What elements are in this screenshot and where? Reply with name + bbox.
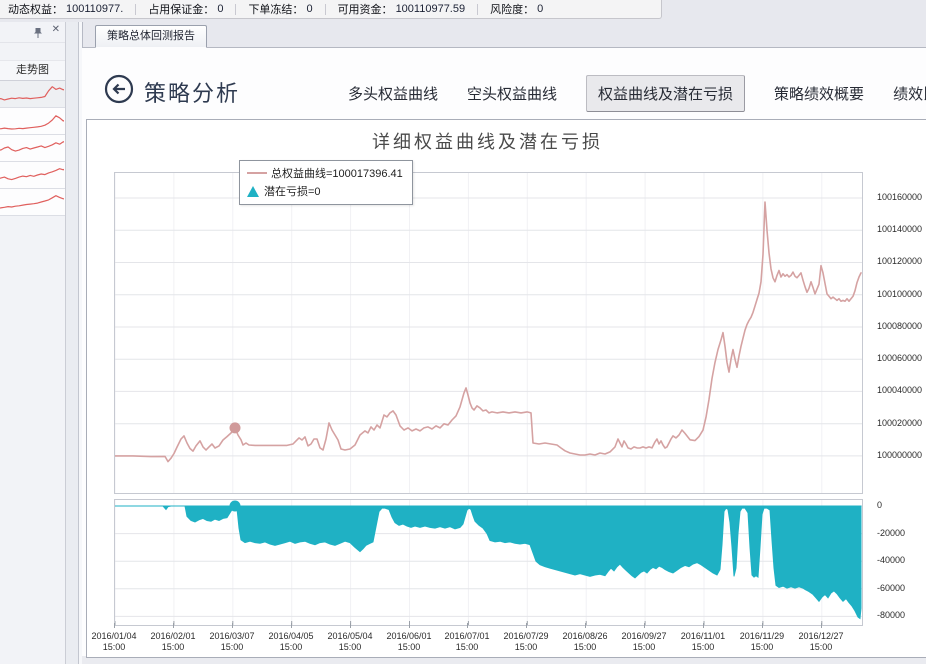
back-button[interactable]	[104, 74, 134, 104]
pin-icon[interactable]	[33, 26, 43, 38]
loss-plot[interactable]	[114, 499, 863, 626]
y-axis-label: 100100000	[877, 289, 923, 299]
x-axis-label: 2016/07/29 15:00	[492, 623, 560, 653]
sparkline-chart	[0, 168, 64, 181]
chart-card: 详细权益曲线及潜在亏损 总权益曲线=100017396.41 潜在亏损=0 10…	[86, 119, 926, 658]
sparkline-chart	[0, 115, 64, 130]
y-axis-label: -20000	[877, 528, 906, 538]
account-stats-bar: 动态权益： 100110977. 占用保证金： 0 下单冻结： 0 可用资金： 1001…	[0, 0, 662, 19]
x-axis-label: 2016/02/01 15:00	[139, 623, 207, 653]
y-axis-label: 0	[877, 500, 883, 510]
report-nav: 多头权益曲线 空头权益曲线 权益曲线及潜在亏损 策略绩效概要 绩效比较	[348, 73, 926, 113]
x-axis-label: 2016/04/05 15:00	[257, 623, 325, 653]
divider	[477, 3, 479, 15]
sparkline-cell[interactable]	[0, 135, 65, 162]
document-tab-bar: 策略总体回测报告	[82, 22, 926, 48]
y-axis-label: 100160000	[877, 192, 923, 202]
loss-y-axis: 0 -20000 -40000 -60000 -80000	[869, 499, 926, 624]
y-axis-label: 100020000	[877, 418, 923, 428]
nav-long-equity-curve[interactable]: 多头权益曲线	[348, 83, 438, 104]
divider	[135, 3, 137, 15]
equity-y-axis: 100160000 100140000 100120000 100100000 1000…	[869, 172, 926, 492]
x-axis-label: 2016/08/26 15:00	[551, 623, 619, 653]
close-icon[interactable]: ✕	[52, 24, 60, 35]
stat-dynamic-equity: 动态权益： 100110977.	[8, 1, 123, 17]
chart-legend: 总权益曲线=100017396.41 潜在亏损=0	[239, 160, 413, 205]
x-axis-label: 2016/11/29 15:00	[728, 623, 796, 653]
nav-equity-and-potential-loss[interactable]: 权益曲线及潜在亏损	[586, 74, 746, 112]
stat-value: 0	[537, 3, 544, 15]
y-axis-label: 100000000	[877, 450, 923, 460]
stat-risk-degree: 风险度： 0	[490, 1, 543, 17]
y-axis-label: 100040000	[877, 385, 923, 395]
report-content: 策略分析 多头权益曲线 空头权益曲线 权益曲线及潜在亏损 策略绩效概要 绩效比较…	[82, 48, 926, 664]
x-axis-label: 2016/05/04 15:00	[316, 623, 384, 653]
x-axis-label: 2016/03/07 15:00	[198, 623, 266, 653]
y-axis-label: -40000	[877, 555, 906, 565]
y-axis-label: 100080000	[877, 321, 923, 331]
equity-plot[interactable]: 总权益曲线=100017396.41 潜在亏损=0	[114, 160, 863, 494]
page-title: 策略分析	[144, 81, 241, 106]
stat-value: 0	[306, 3, 313, 15]
nav-performance-summary[interactable]: 策略绩效概要	[774, 83, 864, 104]
y-axis-label: -60000	[877, 583, 906, 593]
sparkline-cell[interactable]	[0, 189, 65, 216]
stat-label: 可用资金：	[337, 4, 393, 16]
report-header: 策略分析 多头权益曲线 空头权益曲线 权益曲线及潜在亏损 策略绩效概要 绩效比较	[82, 48, 926, 119]
y-axis-label: 100060000	[877, 353, 923, 363]
y-axis-label: 100120000	[877, 256, 923, 266]
x-axis-labels: 2016/01/04 15:00 2016/02/01 15:00 2016/03/07…	[91, 623, 861, 655]
stat-frozen-funds: 下单冻结： 0	[248, 1, 312, 17]
stat-label: 动态权益：	[8, 4, 63, 16]
x-axis-label: 2016/07/01 15:00	[433, 623, 501, 653]
trend-chart-panel: ✕ 走势图	[0, 22, 66, 664]
stat-used-margin: 占用保证金： 0	[148, 1, 223, 17]
y-axis-label: -80000	[877, 610, 906, 620]
stat-label: 风险度：	[490, 4, 535, 16]
legend-equity-row: 总权益曲线=100017396.41	[247, 164, 403, 182]
sparkline-cell[interactable]	[0, 108, 65, 135]
x-axis-label: 2016/01/04 15:00	[80, 623, 148, 653]
legend-equity-label: 总权益曲线=100017396.41	[271, 168, 403, 180]
stat-label: 占用保证金：	[148, 4, 215, 16]
tab-backtest-report[interactable]: 策略总体回测报告	[95, 25, 207, 48]
sparkline-cell[interactable]	[0, 81, 65, 108]
y-axis-label: 100140000	[877, 224, 923, 234]
trend-chart-tab[interactable]: 走势图	[0, 60, 65, 81]
x-axis-label: 2016/11/01 15:00	[669, 623, 737, 653]
sparkline-chart	[0, 86, 64, 101]
divider	[235, 3, 237, 15]
legend-loss-row: 潜在亏损=0	[247, 182, 403, 200]
stat-value: 100110977.59	[395, 3, 466, 15]
x-axis-label: 2016/09/27 15:00	[610, 623, 678, 653]
stat-label: 下单冻结：	[248, 4, 304, 16]
stat-value: 0	[217, 3, 224, 15]
stat-value: 100110977.	[66, 3, 124, 15]
loss-triangle-swatch	[247, 185, 259, 197]
stat-available-funds: 可用资金： 100110977.59	[338, 1, 466, 17]
nav-short-equity-curve[interactable]: 空头权益曲线	[467, 83, 557, 104]
sparkline-list	[0, 81, 65, 216]
panel-titlebar: ✕	[0, 22, 65, 43]
panel-splitter[interactable]	[66, 22, 83, 664]
sparkline-cell[interactable]	[0, 162, 65, 189]
equity-line-swatch	[247, 172, 267, 174]
divider	[324, 3, 326, 15]
legend-loss-label: 潜在亏损=0	[264, 186, 321, 198]
nav-performance-compare[interactable]: 绩效比较	[893, 83, 926, 104]
main-area: 策略总体回测报告 策略分析 多头权益曲线 空头权益曲线 权益曲线及潜在亏损 策略…	[82, 22, 926, 664]
sparkline-chart	[0, 195, 64, 209]
chart-title: 详细权益曲线及潜在亏损	[372, 132, 603, 152]
sparkline-chart	[0, 141, 64, 152]
x-axis-label: 2016/12/27 15:00	[787, 623, 855, 653]
